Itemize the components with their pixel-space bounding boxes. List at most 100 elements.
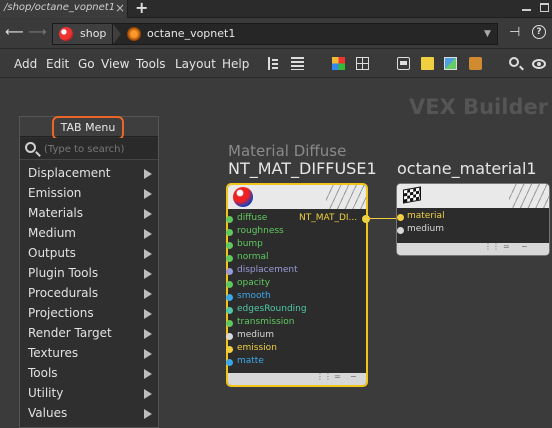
input-port-material[interactable]: material <box>397 211 547 224</box>
network-box-icon[interactable] <box>397 57 410 70</box>
tab-menu-item-tools[interactable]: Tools <box>20 363 158 383</box>
input-port-edgesrounding[interactable]: edgesRounding <box>226 304 366 317</box>
subnet-box-icon[interactable] <box>469 57 482 70</box>
grid-icon[interactable] <box>356 57 369 70</box>
octane-material-node[interactable]: material medium ⋮⋮ = − <box>396 183 550 256</box>
tab-menu-item-label: Emission <box>28 186 82 200</box>
submenu-arrow-icon <box>144 209 152 219</box>
breadcrumb-network-label[interactable]: octane_vopnet1 <box>147 27 235 40</box>
tab-menu-item-displacement[interactable]: Displacement <box>20 163 158 183</box>
search-icon[interactable] <box>509 57 519 67</box>
submenu-arrow-icon <box>144 249 152 259</box>
input-port-bump[interactable]: bump <box>226 239 366 252</box>
port-dot[interactable] <box>226 255 233 262</box>
menu-add[interactable]: Add <box>14 57 37 71</box>
input-port-roughness[interactable]: roughness <box>226 226 366 239</box>
menu-layout[interactable]: Layout <box>175 57 216 71</box>
add-tab-icon[interactable]: + <box>135 0 148 17</box>
network-canvas[interactable]: VEX Builder Material Diffuse NT_MAT_DIFF… <box>0 79 552 428</box>
port-label: emission <box>237 343 277 353</box>
tab-menu-item-utility[interactable]: Utility <box>20 383 158 403</box>
port-label: smooth <box>237 291 271 301</box>
tab-menu-item-procedurals[interactable]: Procedurals <box>20 283 158 303</box>
footer-minus-icon[interactable]: − <box>350 372 357 381</box>
tab-menu-item-plugin-tools[interactable]: Plugin Tools <box>20 263 158 283</box>
footer-equals-icon[interactable]: = <box>334 372 341 381</box>
port-dot[interactable] <box>226 346 233 353</box>
input-port-smooth[interactable]: smooth <box>226 291 366 304</box>
tab-menu-item-emission[interactable]: Emission <box>20 183 158 203</box>
input-port-opacity[interactable]: opacity <box>226 278 366 291</box>
octane-node-header[interactable] <box>397 184 549 208</box>
input-port-medium[interactable]: medium <box>226 330 366 343</box>
pin-icon[interactable]: ⊣ <box>509 25 520 40</box>
connection-wire[interactable] <box>370 218 398 219</box>
tab-menu-item-outputs[interactable]: Outputs <box>20 243 158 263</box>
close-tab-icon[interactable]: × <box>115 1 125 15</box>
port-dot[interactable] <box>226 268 233 275</box>
port-dot[interactable] <box>226 242 233 249</box>
port-label: transmission <box>237 317 295 327</box>
input-port-transmission[interactable]: transmission <box>226 317 366 330</box>
maximize-icon[interactable] <box>540 3 549 12</box>
submenu-arrow-icon <box>144 349 152 359</box>
help-icon[interactable]: ? <box>532 25 546 39</box>
tab-menu-item-values[interactable]: Values <box>20 403 158 423</box>
port-dot[interactable] <box>397 227 404 234</box>
port-dot[interactable] <box>226 333 233 340</box>
menu-go[interactable]: Go <box>78 57 95 71</box>
output-port-dot[interactable] <box>362 215 370 223</box>
port-dot[interactable] <box>397 214 404 221</box>
footer-equals-icon[interactable]: = <box>503 242 510 251</box>
network-tab[interactable]: /shop/octane_vopnet1 × <box>0 0 128 18</box>
list-view-icon[interactable] <box>291 57 304 70</box>
eye-icon[interactable] <box>532 59 546 69</box>
background-image-icon[interactable] <box>444 57 457 70</box>
octane-node-name[interactable]: octane_material1 <box>397 159 537 178</box>
network-path-field[interactable]: shop octane_vopnet1 ▼ <box>52 23 498 45</box>
port-label: matte <box>237 356 264 366</box>
input-port-normal[interactable]: normal <box>226 252 366 265</box>
port-label: diffuse <box>237 213 268 223</box>
port-dot[interactable] <box>226 281 233 288</box>
diffuse-node-footer[interactable]: ⋮⋮ = − <box>228 372 366 385</box>
port-dot[interactable] <box>226 229 233 236</box>
tree-view-icon[interactable] <box>268 57 281 70</box>
port-dot[interactable] <box>226 307 233 314</box>
menu-help[interactable]: Help <box>222 57 249 71</box>
port-dot[interactable] <box>226 320 233 327</box>
tab-menu-item-render-target[interactable]: Render Target <box>20 323 158 343</box>
tab-menu-item-textures[interactable]: Textures <box>20 343 158 363</box>
chevron-down-icon[interactable]: ▼ <box>484 29 491 39</box>
color-palette-icon[interactable] <box>332 57 345 70</box>
back-arrow-icon[interactable]: ⟵ <box>5 25 24 40</box>
diffuse-node-type-label: Material Diffuse <box>228 142 347 160</box>
menu-tools[interactable]: Tools <box>136 57 166 71</box>
port-dot[interactable] <box>226 216 233 223</box>
tab-menu-item-materials[interactable]: Materials <box>20 203 158 223</box>
port-dot[interactable] <box>226 359 233 366</box>
tab-menu-search-input[interactable] <box>44 142 154 156</box>
diffuse-node-header[interactable] <box>228 185 366 209</box>
input-port-matte[interactable]: matte <box>226 356 366 369</box>
tab-menu-item-medium[interactable]: Medium <box>20 223 158 243</box>
submenu-arrow-icon <box>144 369 152 379</box>
tab-menu-item-projections[interactable]: Projections <box>20 303 158 323</box>
menu-view[interactable]: View <box>101 57 129 71</box>
sticky-note-icon[interactable] <box>421 57 434 70</box>
breadcrumb-shop[interactable]: shop <box>53 24 121 44</box>
footer-minus-icon[interactable]: − <box>521 242 528 251</box>
input-port-medium-octane[interactable]: medium <box>397 224 547 237</box>
minimize-icon[interactable] <box>522 9 531 11</box>
tab-menu-item-label: Values <box>28 406 68 420</box>
input-port-displacement[interactable]: displacement <box>226 265 366 278</box>
menu-edit[interactable]: Edit <box>46 57 69 71</box>
forward-arrow-icon[interactable]: ⟶ <box>28 25 47 40</box>
octane-node-footer[interactable]: ⋮⋮ = − <box>397 242 549 255</box>
material-sphere-icon <box>233 187 253 207</box>
diffuse-node-name[interactable]: NT_MAT_DIFFUSE1 <box>228 159 377 178</box>
port-dot[interactable] <box>226 294 233 301</box>
tab-menu: TAB Menu Displacement Emission Materials Me… <box>19 116 159 428</box>
input-port-emission[interactable]: emission <box>226 343 366 356</box>
port-label: material <box>407 211 445 221</box>
